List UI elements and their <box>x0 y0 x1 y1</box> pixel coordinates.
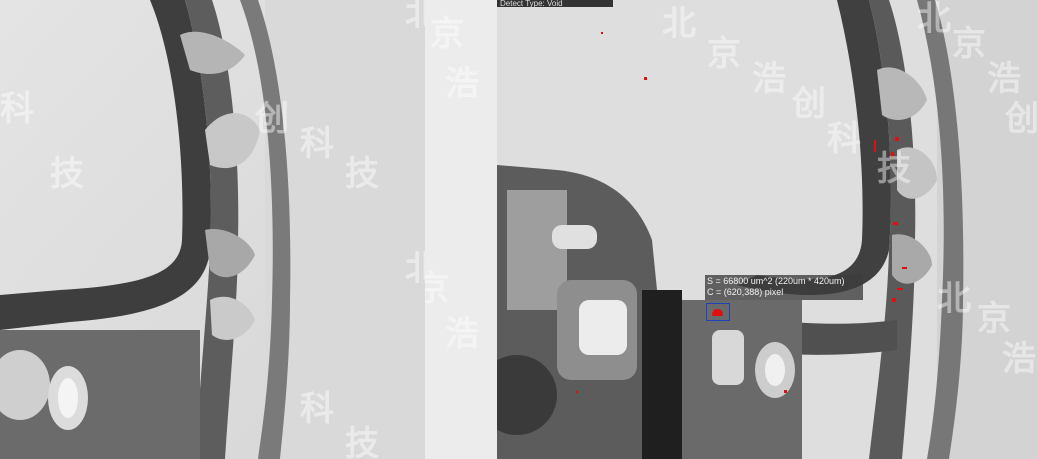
watermark-text: 创 <box>254 99 289 139</box>
reference-xray-image: 科 技 创 科 技 北 北 科 技 <box>0 0 425 459</box>
watermark-text: 创 <box>1004 99 1038 139</box>
watermark-text: 京 <box>977 299 1011 339</box>
watermark-text: 北 <box>937 279 971 319</box>
watermark-text: 技 <box>50 154 84 194</box>
watermark-text: 北 <box>405 249 425 289</box>
watermark-text: 科 <box>0 89 34 129</box>
watermark-text: 技 <box>345 154 379 194</box>
watermark-text: 浩 <box>987 59 1021 99</box>
watermark-text: 京 <box>707 34 741 74</box>
watermark-text: 京 <box>430 14 464 54</box>
watermark-text: 北 <box>405 0 425 34</box>
reference-xray-canvas: 科 技 创 科 技 北 北 科 技 <box>0 0 425 459</box>
watermark-text: 浩 <box>445 64 479 104</box>
panel-divider: 京 浩 京 浩 <box>425 0 497 459</box>
watermark-text: 京 <box>425 269 449 309</box>
watermark-text: 浩 <box>1002 339 1036 379</box>
watermark-text: 浩 <box>752 59 786 99</box>
area-readout: S = 66800 um^2 (220um * 420um) <box>707 276 845 286</box>
watermark-text: 北 <box>917 0 951 39</box>
watermark-text: 科 <box>300 389 334 429</box>
center-readout: C = (620,388) pixel <box>707 287 784 297</box>
watermark-text: 技 <box>345 424 379 459</box>
watermark-text: 科 <box>827 119 861 159</box>
watermark-text: 北 <box>662 4 696 44</box>
defect-type-label: Detect Type: Void <box>497 0 613 7</box>
xray-inspection-view: 科 技 创 科 技 北 北 科 技 京 浩 京 浩 北 京 浩 创 科 技 北 … <box>0 0 1038 459</box>
selected-void-marker[interactable] <box>712 309 723 316</box>
defect-info-tooltip: S = 66800 um^2 (220um * 420um) C = (620,… <box>705 275 863 300</box>
detection-xray-canvas: 北 京 浩 创 科 技 北 京 浩 创 北 京 浩 <box>497 0 1038 459</box>
watermark-text: 京 <box>952 24 986 64</box>
watermark-text: 创 <box>791 84 826 124</box>
watermark-text: 浩 <box>445 314 479 354</box>
detection-xray-image: 北 京 浩 创 科 技 北 京 浩 创 北 京 浩 <box>497 0 1038 459</box>
watermark-text: 技 <box>877 149 911 189</box>
watermark-text: 科 <box>300 124 334 164</box>
